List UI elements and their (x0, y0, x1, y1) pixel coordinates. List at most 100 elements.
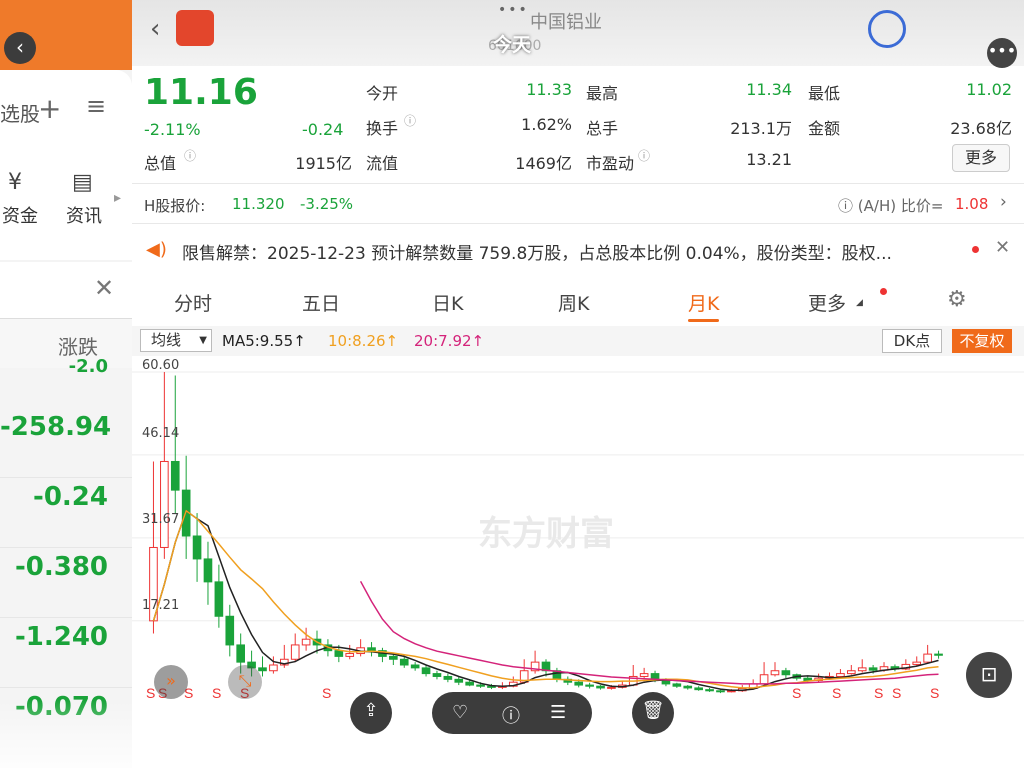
candle-body (170, 460, 180, 491)
gear-icon[interactable]: ⚙ (947, 287, 967, 312)
float-cap-label: 流值 (366, 154, 399, 173)
tab-monthly-k[interactable]: 月K (688, 289, 720, 322)
menu-icon[interactable]: ≡ (86, 92, 106, 120)
share-icon[interactable]: ⇪ (350, 692, 392, 734)
candle (846, 665, 856, 675)
candle-body (923, 653, 932, 663)
candle (192, 513, 202, 582)
more-options-button[interactable]: ••• (987, 38, 1017, 68)
notice-text[interactable]: 限售解禁：2025-12-23 预计解禁数量 759.8万股，占总股本比例 0.… (182, 239, 954, 264)
more-button[interactable]: 更多 (952, 144, 1010, 172)
candle (203, 541, 213, 605)
news-icon[interactable]: ▤ (72, 170, 93, 195)
chevron-right-icon[interactable]: › (1000, 192, 1007, 212)
candle (585, 682, 594, 689)
ah-ratio-label: ⓘ (A/H) 比价= (838, 195, 943, 216)
candle (181, 455, 191, 559)
pe-value: 13.21 (746, 150, 792, 169)
candle (432, 670, 442, 680)
back-arrow-icon[interactable]: ‹ (150, 14, 160, 44)
unread-dot (880, 288, 887, 295)
profile-icon[interactable] (868, 10, 906, 48)
volume-label: 总手 (586, 119, 619, 138)
active-tab-indicator (688, 319, 720, 322)
heart-icon[interactable]: ♡ (452, 702, 468, 723)
close-icon[interactable]: ✕ (94, 274, 114, 302)
notice-bar[interactable]: ◀) 限售解禁：2025-12-23 预计解禁数量 759.8万股，占总股本比例… (132, 224, 1024, 276)
amount-label: 金额 (808, 119, 841, 138)
news-label[interactable]: 资讯 (66, 202, 102, 228)
adjust-icon[interactable]: ☰ (550, 702, 566, 723)
candle-body (454, 678, 464, 683)
info-icon[interactable]: ⓘ (502, 702, 520, 728)
candle (639, 667, 649, 680)
candle (770, 662, 780, 677)
list-value: -1.240 (0, 622, 132, 688)
candle (225, 604, 235, 657)
candle-body (290, 644, 300, 660)
indicator-select[interactable]: 均线 ▼ (140, 329, 212, 352)
candle-body (607, 686, 616, 689)
ma20-text: 20:7.92 (414, 332, 472, 350)
y-tick-label: 46.14 (142, 426, 180, 441)
ma10-text: 10:8.26 (328, 332, 386, 350)
pe-label: 市盈动 (586, 154, 635, 173)
no-adjust-button[interactable]: 不复权 (952, 329, 1012, 353)
candle (759, 662, 769, 686)
candle-body (585, 684, 594, 687)
candle-body (421, 667, 431, 675)
sell-marker: S (832, 685, 841, 701)
scan-text-icon[interactable]: ⊡ (966, 652, 1012, 698)
candle-body (639, 673, 649, 677)
help-icon[interactable]: ⓘ (838, 197, 858, 215)
triangle-icon: ◢ (856, 298, 863, 308)
candle (170, 375, 180, 514)
trash-icon[interactable]: 🗑 (632, 692, 674, 734)
photo-actions-pill: ♡ ⓘ ☰ (432, 692, 592, 734)
market-cap-value: 1915亿 (295, 154, 352, 173)
candle-body (759, 674, 769, 685)
fullscreen-icon[interactable]: ⤡ (228, 665, 262, 699)
tab-more[interactable]: 更多 (808, 289, 846, 316)
watermark: 东方财富 (478, 514, 614, 554)
background-app-search-row: ✕ (0, 262, 132, 318)
change-amount: -0.24 (302, 120, 344, 139)
close-icon[interactable]: ✕ (995, 237, 1010, 258)
y-tick-label: 17.21 (142, 598, 180, 613)
candle-body (367, 647, 376, 652)
background-app-shortcuts: ¥ 资金 ▤ 资讯 ▸ (0, 140, 132, 260)
candle (596, 685, 605, 690)
back-button[interactable]: ‹ (4, 32, 36, 64)
sell-marker: S (874, 685, 883, 701)
tab-daily-k[interactable]: 日K (432, 289, 463, 316)
h-share-change: -3.25% (300, 195, 354, 213)
candle (716, 689, 725, 694)
dk-point-button[interactable]: DK点 (882, 329, 942, 353)
info-icon[interactable]: ⓘ (638, 147, 650, 164)
add-icon[interactable]: + (38, 92, 61, 125)
candle-body (399, 658, 409, 666)
drag-handle-icon[interactable]: ••• (498, 2, 529, 18)
candle-body (476, 684, 485, 687)
candle-body (770, 670, 780, 676)
sell-marker: S (212, 685, 221, 701)
candle (378, 647, 387, 663)
high-value: 11.34 (746, 80, 792, 99)
h-share-row[interactable]: H股报价: 11.320 -3.25% ⓘ (A/H) 比价= 1.08 › (132, 184, 1024, 224)
info-icon[interactable]: ⓘ (184, 147, 196, 164)
sell-marker: S (930, 685, 939, 701)
tab-weekly-k[interactable]: 周K (558, 289, 589, 316)
funds-icon[interactable]: ¥ (8, 170, 22, 195)
sell-marker: S (892, 685, 901, 701)
expand-left-icon[interactable]: » (154, 665, 188, 699)
tab-intraday[interactable]: 分时 (174, 289, 212, 316)
info-icon[interactable]: ⓘ (404, 112, 416, 129)
background-app-panel: 选股 + ≡ ¥ 资金 ▤ 资讯 ▸ ✕ 涨跌 -2.0 -258.94 -0.… (0, 0, 132, 768)
candle-body (705, 689, 714, 692)
tab-five-day[interactable]: 五日 (302, 289, 340, 316)
h-share-label: H股报价: (144, 197, 206, 215)
turnover-label: 换手 (366, 119, 399, 138)
watchlist-tab[interactable]: 选股 (0, 98, 40, 127)
candle (290, 633, 300, 663)
funds-label[interactable]: 资金 (2, 202, 38, 228)
